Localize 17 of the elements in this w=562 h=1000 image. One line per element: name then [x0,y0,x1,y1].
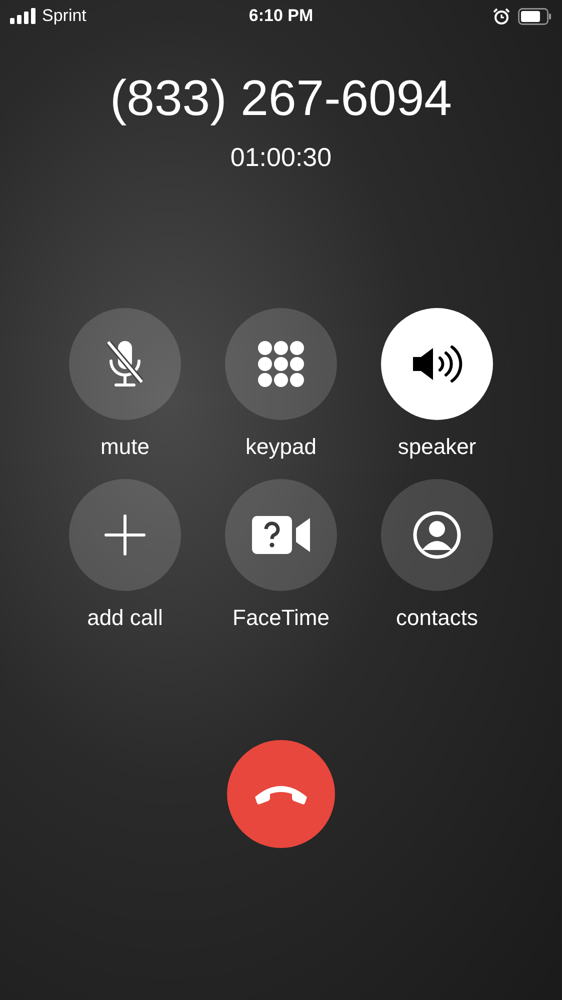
battery-icon [518,8,552,24]
signal-icon [10,8,36,24]
button-label: contacts [396,604,478,632]
call-duration: 01:00:30 [230,141,332,174]
clock: 6:10 PM [248,5,314,28]
button-label: speaker [398,433,476,461]
video-camera-icon [250,514,312,556]
button-label: keypad [246,433,316,461]
phone-number: (833) 267-6094 [110,69,452,128]
person-circle-icon [412,510,462,560]
keypad-icon [257,340,305,388]
phone-handset-icon [253,783,309,805]
plus-icon [104,514,146,556]
button-label: FaceTime [232,604,330,632]
button-label: add call [87,604,163,632]
button-label: mute [100,433,150,461]
carrier-name: Sprint [42,5,86,28]
